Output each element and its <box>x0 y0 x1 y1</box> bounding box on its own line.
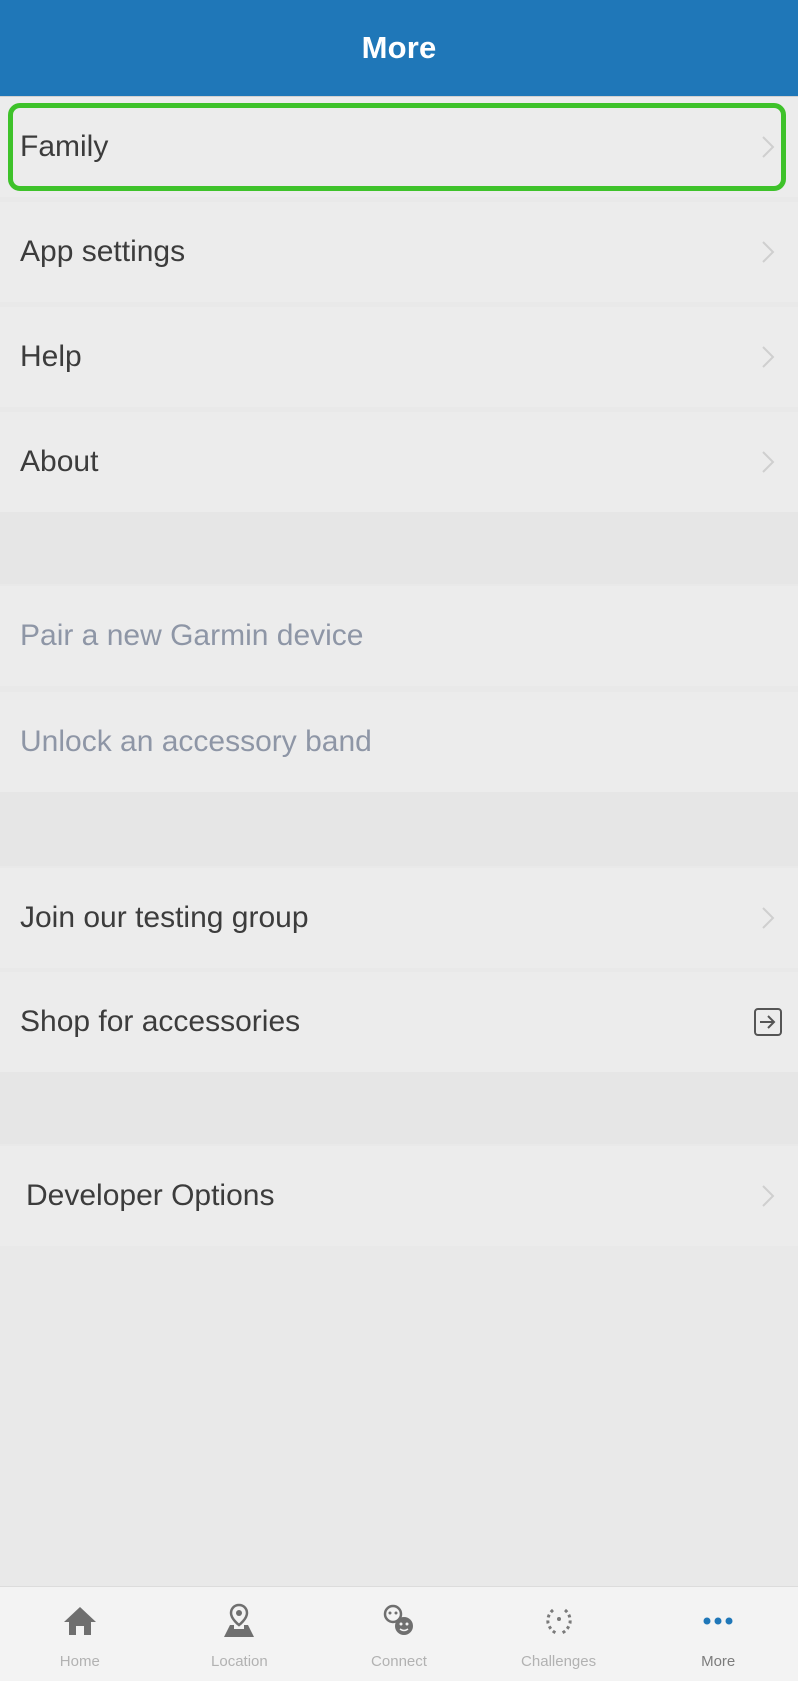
chevron-right-icon <box>738 345 798 369</box>
menu-item-label: Help <box>20 340 82 373</box>
home-icon <box>60 1599 100 1643</box>
menu-item-label: About <box>20 445 99 478</box>
menu-item-label: Pair a new Garmin device <box>20 619 364 652</box>
menu-item-label: Unlock an accessory band <box>20 725 372 758</box>
section-divider <box>0 1072 798 1144</box>
challenges-icon <box>539 1599 579 1643</box>
menu-item-about[interactable]: About <box>0 412 798 512</box>
tab-location[interactable]: Location <box>160 1587 320 1681</box>
chevron-right-icon <box>738 240 798 264</box>
unlock-band-link[interactable]: Unlock an accessory band <box>0 692 798 792</box>
menu-item-app-settings[interactable]: App settings <box>0 202 798 302</box>
menu-item-testing-group[interactable]: Join our testing group <box>0 868 798 968</box>
chevron-right-icon <box>738 450 798 474</box>
location-icon <box>219 1599 259 1643</box>
menu-item-label: App settings <box>20 235 186 268</box>
menu-item-label: Shop for accessories <box>20 1005 301 1038</box>
menu-item-shop-accessories[interactable]: Shop for accessories <box>0 972 798 1072</box>
tab-label: Location <box>211 1653 268 1670</box>
section-divider <box>0 512 798 584</box>
menu-item-help[interactable]: Help <box>0 307 798 407</box>
section-divider <box>0 792 798 866</box>
page-header: More <box>0 0 798 96</box>
tab-home[interactable]: Home <box>0 1587 160 1681</box>
tab-challenges[interactable]: Challenges <box>479 1587 639 1681</box>
chevron-right-icon <box>738 135 798 159</box>
menu-item-label: Family <box>20 130 109 163</box>
menu-item-label: Join our testing group <box>20 901 309 934</box>
tab-label: Challenges <box>521 1653 597 1670</box>
page-title: More <box>361 30 437 65</box>
tab-more[interactable]: More <box>638 1587 798 1681</box>
external-link-icon <box>738 1006 798 1038</box>
bottom-tab-bar: Home Location Connect Challenges More <box>0 1586 798 1681</box>
pair-device-link[interactable]: Pair a new Garmin device <box>0 586 798 686</box>
menu-item-label: Developer Options <box>26 1179 275 1212</box>
chevron-right-icon <box>738 906 798 930</box>
tab-label: Connect <box>371 1653 427 1670</box>
connect-icon <box>379 1599 419 1643</box>
tab-label: Home <box>59 1653 100 1670</box>
tab-connect[interactable]: Connect <box>319 1587 479 1681</box>
menu-item-developer-options[interactable]: Developer Options <box>0 1146 798 1246</box>
chevron-right-icon <box>738 1184 798 1208</box>
menu-item-family[interactable]: Family <box>0 97 798 197</box>
more-icon <box>698 1599 738 1643</box>
tab-label: More <box>701 1653 736 1670</box>
